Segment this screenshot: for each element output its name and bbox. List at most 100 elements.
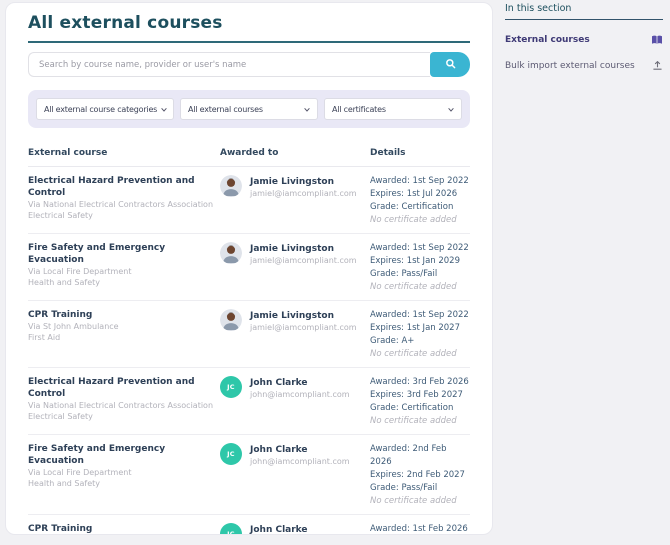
search-bar bbox=[28, 52, 470, 77]
chevron-down-icon bbox=[161, 107, 167, 112]
column-header-awarded-to: Awarded to bbox=[220, 148, 279, 158]
course-cell: CPR Training Via St John Ambulance First… bbox=[28, 523, 220, 534]
detail-awarded: Awarded: 1st Feb 2026 bbox=[370, 524, 468, 534]
course-category: Health and Safety bbox=[28, 479, 100, 488]
detail-expires: Expires: 2nd Feb 2027 bbox=[370, 470, 465, 480]
course-title: Fire Safety and Emergency Evacuation bbox=[28, 243, 166, 265]
table-body: Electrical Hazard Prevention and Control… bbox=[28, 167, 470, 535]
details-cell: Awarded: 1st Sep 2022 Expires: 1st Jan 2… bbox=[370, 242, 470, 294]
table-row: Electrical Hazard Prevention and Control… bbox=[28, 368, 470, 435]
detail-awarded: Awarded: 3rd Feb 2026 bbox=[370, 377, 469, 387]
filter-certificate-select[interactable]: All certificates bbox=[324, 98, 462, 120]
course-cell: Fire Safety and Emergency Evacuation Via… bbox=[28, 443, 220, 508]
sidebar-heading: In this section bbox=[505, 0, 663, 20]
table-row: CPR Training Via St John Ambulance First… bbox=[28, 515, 470, 535]
filter-bar: All external course categories All exter… bbox=[28, 90, 470, 128]
details-cell: Awarded: 1st Sep 2022 Expires: 1st Jul 2… bbox=[370, 175, 470, 227]
sidebar-item-bulk-import[interactable]: Bulk import external courses bbox=[505, 60, 663, 71]
user-info: Jamie Livingston jamiel@iamcompliant.com bbox=[250, 309, 357, 333]
user-name: John Clarke bbox=[250, 525, 308, 535]
detail-awarded: Awarded: 1st Sep 2022 bbox=[370, 176, 469, 186]
avatar-initials: JC bbox=[220, 376, 242, 398]
course-provider: Via National Electrical Contractors Asso… bbox=[28, 401, 214, 410]
awarded-to-cell: JC John Clarke john@iamcompliant.com bbox=[220, 443, 370, 508]
detail-expires: Expires: 3rd Feb 2027 bbox=[370, 390, 463, 400]
detail-certificate-note: No certificate added bbox=[370, 215, 457, 225]
search-input[interactable] bbox=[28, 52, 430, 77]
detail-awarded: Awarded: 1st Sep 2022 bbox=[370, 310, 469, 320]
user-name: John Clarke bbox=[250, 445, 308, 455]
filter-certificate-value: All certificates bbox=[332, 104, 386, 114]
user-email: jamiel@iamcompliant.com bbox=[250, 323, 357, 332]
course-provider: Via St John Ambulance bbox=[28, 322, 119, 331]
filter-category-value: All external course categories bbox=[44, 104, 158, 114]
user-email: jamiel@iamcompliant.com bbox=[250, 189, 357, 198]
external-courses-table: External course Awarded to Details Elect… bbox=[28, 148, 470, 535]
section-sidebar: In this section External courses Bulk im… bbox=[505, 0, 663, 71]
course-cell: Fire Safety and Emergency Evacuation Via… bbox=[28, 242, 220, 294]
awarded-to-cell: JC John Clarke john@iamcompliant.com bbox=[220, 523, 370, 535]
user-info: Jamie Livingston jamiel@iamcompliant.com bbox=[250, 242, 357, 266]
detail-grade: Grade: Certification bbox=[370, 403, 454, 413]
user-name: Jamie Livingston bbox=[250, 177, 334, 187]
course-title: CPR Training bbox=[28, 524, 93, 534]
filter-course-select[interactable]: All external courses bbox=[180, 98, 318, 120]
avatar-initials: JC bbox=[220, 443, 242, 465]
user-name: John Clarke bbox=[250, 378, 308, 388]
course-cell: Electrical Hazard Prevention and Control… bbox=[28, 175, 220, 227]
chevron-down-icon bbox=[448, 107, 454, 112]
detail-expires: Expires: 1st Jan 2027 bbox=[370, 323, 460, 333]
awarded-to-cell: Jamie Livingston jamiel@iamcompliant.com bbox=[220, 242, 370, 294]
detail-certificate-note: No certificate added bbox=[370, 496, 457, 506]
sidebar-item-label: Bulk import external courses bbox=[505, 60, 635, 71]
detail-certificate-note: No certificate added bbox=[370, 416, 457, 426]
awarded-to-cell: Jamie Livingston jamiel@iamcompliant.com bbox=[220, 175, 370, 227]
table-row: CPR Training Via St John Ambulance First… bbox=[28, 301, 470, 368]
table-row: Electrical Hazard Prevention and Control… bbox=[28, 167, 470, 234]
avatar-initials: JC bbox=[220, 523, 242, 534]
title-underline bbox=[28, 41, 470, 43]
course-category: Health and Safety bbox=[28, 278, 100, 287]
course-cell: Electrical Hazard Prevention and Control… bbox=[28, 376, 220, 428]
course-category: Electrical Safety bbox=[28, 412, 93, 421]
course-provider: Via National Electrical Contractors Asso… bbox=[28, 200, 214, 209]
details-cell: Awarded: 1st Sep 2022 Expires: 1st Jan 2… bbox=[370, 309, 470, 361]
course-provider: Via Local Fire Department bbox=[28, 267, 132, 276]
awarded-to-cell: JC John Clarke john@iamcompliant.com bbox=[220, 376, 370, 428]
user-name: Jamie Livingston bbox=[250, 244, 334, 254]
upload-icon bbox=[652, 60, 663, 71]
user-email: john@iamcompliant.com bbox=[250, 457, 350, 466]
filter-category-select[interactable]: All external course categories bbox=[36, 98, 174, 120]
search-button[interactable] bbox=[430, 52, 470, 77]
avatar-photo bbox=[220, 175, 242, 197]
column-header-details: Details bbox=[370, 148, 406, 158]
course-title: Electrical Hazard Prevention and Control bbox=[28, 176, 195, 198]
column-header-course: External course bbox=[28, 148, 108, 158]
table-row: Fire Safety and Emergency Evacuation Via… bbox=[28, 234, 470, 301]
avatar-photo bbox=[220, 309, 242, 331]
detail-grade: Grade: A+ bbox=[370, 336, 415, 346]
details-cell: Awarded: 2nd Feb 2026 Expires: 2nd Feb 2… bbox=[370, 443, 470, 508]
detail-expires: Expires: 1st Jul 2026 bbox=[370, 189, 458, 199]
user-info: John Clarke john@iamcompliant.com bbox=[250, 443, 350, 467]
chevron-down-icon bbox=[304, 107, 310, 112]
page-title: All external courses bbox=[28, 13, 223, 33]
course-provider: Via Local Fire Department bbox=[28, 468, 132, 477]
detail-certificate-note: No certificate added bbox=[370, 282, 457, 292]
course-category: Electrical Safety bbox=[28, 211, 93, 220]
book-icon bbox=[651, 35, 663, 45]
course-title: Electrical Hazard Prevention and Control bbox=[28, 377, 195, 399]
detail-expires: Expires: 1st Jan 2029 bbox=[370, 256, 460, 266]
detail-grade: Grade: Certification bbox=[370, 202, 454, 212]
user-info: John Clarke john@iamcompliant.com bbox=[250, 523, 350, 535]
user-info: Jamie Livingston jamiel@iamcompliant.com bbox=[250, 175, 357, 199]
sidebar-item-external-courses[interactable]: External courses bbox=[505, 35, 663, 45]
table-header: External course Awarded to Details bbox=[28, 148, 470, 167]
details-cell: Awarded: 1st Feb 2026 Expires: 1st Feb 2… bbox=[370, 523, 470, 534]
search-icon bbox=[445, 57, 456, 72]
detail-awarded: Awarded: 1st Sep 2022 bbox=[370, 243, 469, 253]
course-title: CPR Training bbox=[28, 310, 93, 320]
detail-certificate-note: No certificate added bbox=[370, 349, 457, 359]
user-info: John Clarke john@iamcompliant.com bbox=[250, 376, 350, 400]
course-title: Fire Safety and Emergency Evacuation bbox=[28, 444, 166, 466]
